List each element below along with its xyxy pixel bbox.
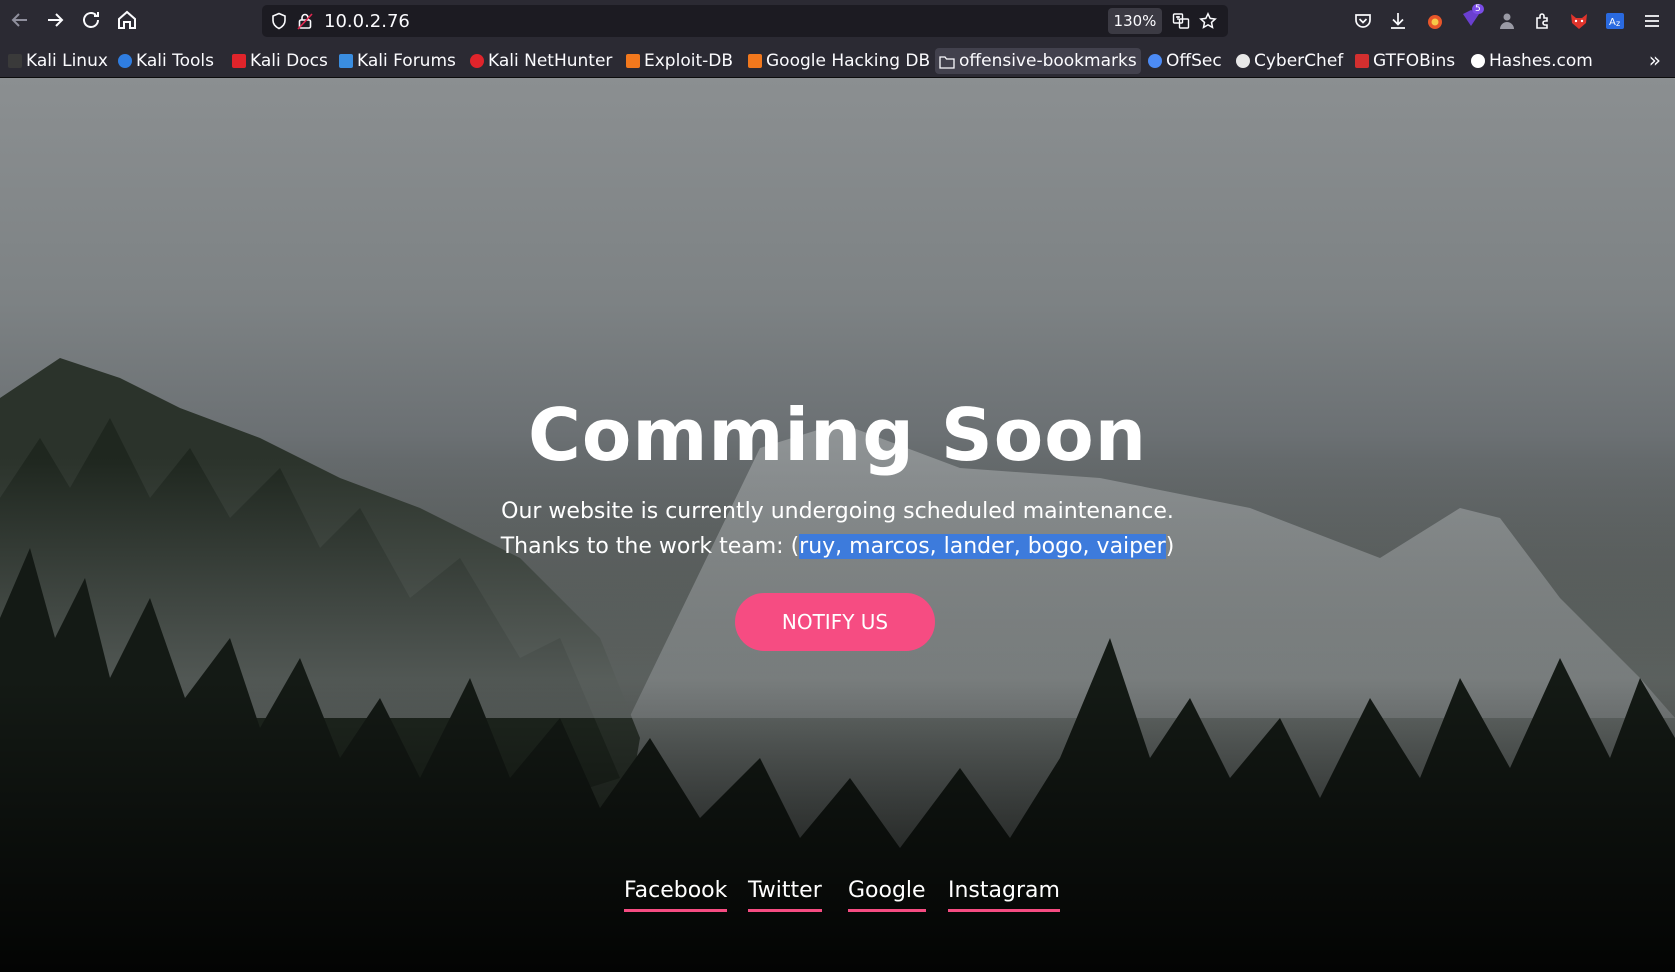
extension-icon[interactable]: 5	[1460, 4, 1484, 28]
hero-title: Comming Soon	[528, 393, 1147, 477]
bookmark-gtfobins[interactable]: GTFOBins	[1355, 48, 1455, 74]
bookmark-kali-forums[interactable]: Kali Forums	[339, 48, 456, 74]
bookmark-exploit-db[interactable]: Exploit-DB	[626, 48, 733, 74]
menu-hamburger-icon[interactable]	[1641, 10, 1663, 32]
bookmark-kali-nethunter[interactable]: Kali NetHunter	[470, 48, 612, 74]
bookmark-offsec[interactable]: OffSec	[1148, 48, 1222, 74]
social-link-twitter[interactable]: Twitter	[748, 878, 822, 912]
download-icon[interactable]	[1387, 10, 1409, 32]
browser-toolbar: 10.0.2.76 130% 5 Az	[0, 0, 1675, 42]
exploit-db-icon	[626, 54, 640, 68]
bookmarks-overflow-icon[interactable]: »	[1649, 48, 1661, 72]
ghdb-icon	[748, 54, 762, 68]
bookmark-hashes[interactable]: Hashes.com	[1471, 48, 1593, 74]
hashes-icon	[1471, 54, 1485, 68]
page-viewport: Comming Soon Our website is currently un…	[0, 78, 1675, 972]
cyberchef-icon	[1236, 54, 1250, 68]
insecure-lock-icon[interactable]	[296, 12, 314, 30]
social-link-instagram[interactable]: Instagram	[948, 878, 1060, 912]
social-link-facebook[interactable]: Facebook	[624, 878, 728, 912]
bookmark-star-icon[interactable]	[1199, 12, 1217, 30]
offsec-icon	[1148, 54, 1162, 68]
shield-icon[interactable]	[270, 12, 288, 30]
team-suffix: )	[1165, 534, 1175, 559]
kali-forums-icon	[339, 54, 353, 68]
kali-docs-icon	[232, 54, 246, 68]
hero-team-line: Thanks to the work team: (ruy, marcos, l…	[0, 534, 1675, 559]
address-bar[interactable]: 10.0.2.76 130%	[262, 5, 1228, 37]
translate-icon[interactable]	[1172, 12, 1190, 30]
social-link-google[interactable]: Google	[848, 878, 926, 912]
user-agent-icon[interactable]	[1496, 10, 1518, 32]
nethunter-icon	[470, 54, 484, 68]
pocket-icon[interactable]	[1352, 10, 1374, 32]
forward-icon[interactable]	[43, 8, 67, 32]
bookmark-kali-tools[interactable]: Kali Tools	[118, 48, 214, 74]
bookmark-google-hacking-db[interactable]: Google Hacking DB	[748, 48, 930, 74]
notify-us-button[interactable]: NOTIFY US	[735, 593, 935, 651]
bookmark-kali-linux[interactable]: Kali Linux	[8, 48, 108, 74]
bookmark-folder-offensive[interactable]: offensive-bookmarks	[935, 48, 1141, 74]
url-text[interactable]: 10.0.2.76	[324, 11, 410, 32]
kali-tools-icon	[118, 54, 132, 68]
reload-icon[interactable]	[79, 8, 103, 32]
back-icon[interactable]	[8, 8, 32, 32]
translate-addon-icon[interactable]: Az	[1604, 10, 1626, 32]
forest-background-image	[0, 358, 1675, 972]
gtfobins-icon	[1355, 54, 1369, 68]
fox-addon-icon[interactable]	[1568, 10, 1590, 32]
svg-text:A: A	[1609, 17, 1616, 28]
bookmarks-bar: Kali Linux Kali Tools Kali Docs Kali For…	[0, 42, 1675, 78]
team-names-selected[interactable]: ruy, marcos, lander, bogo, vaiper	[799, 534, 1166, 559]
folder-icon	[939, 54, 955, 69]
kali-dragon-icon	[8, 54, 22, 68]
extension-badge: 5	[1472, 4, 1484, 14]
foxyproxy-icon[interactable]	[1424, 10, 1446, 32]
team-prefix: Thanks to the work team: (	[500, 534, 800, 559]
home-icon[interactable]	[115, 8, 139, 32]
extensions-puzzle-icon[interactable]	[1532, 10, 1554, 32]
bookmark-kali-docs[interactable]: Kali Docs	[232, 48, 328, 74]
svg-text:z: z	[1616, 19, 1620, 28]
zoom-level[interactable]: 130%	[1108, 8, 1162, 34]
bookmark-cyberchef[interactable]: CyberChef	[1236, 48, 1343, 74]
hero-subtitle: Our website is currently undergoing sche…	[501, 499, 1174, 524]
